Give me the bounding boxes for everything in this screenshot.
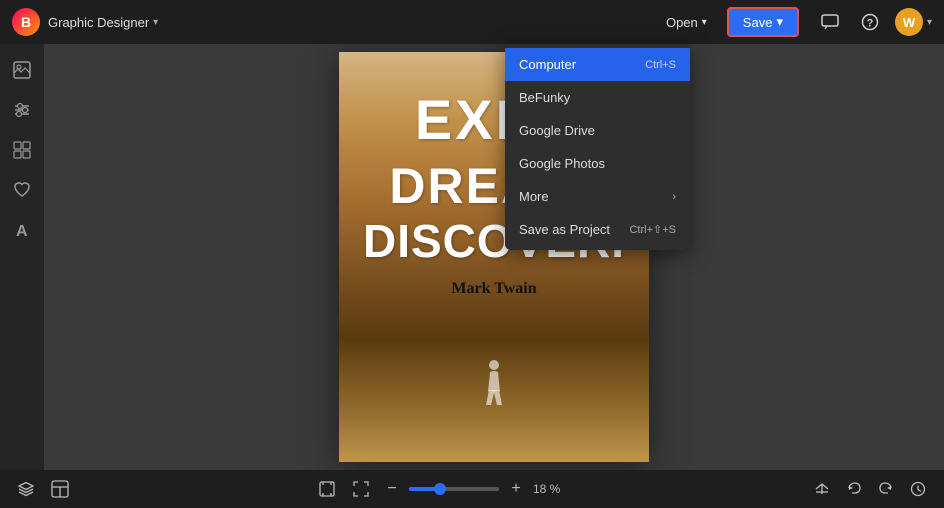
app-title-button[interactable]: Graphic Designer ▾	[48, 15, 158, 30]
google-photos-label: Google Photos	[519, 156, 605, 171]
help-icon[interactable]: ?	[855, 7, 885, 37]
save-to-computer-item[interactable]: Computer Ctrl+S	[505, 48, 690, 81]
save-more-item[interactable]: More ›	[505, 180, 690, 213]
save-befunky-item[interactable]: BeFunky	[505, 81, 690, 114]
save-button[interactable]: Save ▾	[727, 7, 799, 37]
google-drive-label: Google Drive	[519, 123, 595, 138]
save-as-project-item[interactable]: Save as Project Ctrl+⇧+S	[505, 213, 690, 246]
save-computer-label: Computer	[519, 57, 576, 72]
save-chevron: ▾	[776, 14, 783, 30]
save-as-project-shortcut: Ctrl+⇧+S	[629, 223, 676, 236]
save-google-photos-item[interactable]: Google Photos	[505, 147, 690, 180]
svg-text:?: ?	[867, 18, 874, 30]
save-label: Save	[743, 15, 773, 30]
avatar: W	[895, 8, 923, 36]
comment-icon[interactable]	[815, 7, 845, 37]
befunky-label: BeFunky	[519, 90, 570, 105]
save-dropdown-menu: Computer Ctrl+S BeFunky Google Drive Goo…	[505, 44, 690, 250]
app-logo[interactable]: B	[12, 8, 40, 36]
avatar-chevron: ▾	[927, 17, 932, 28]
save-google-drive-item[interactable]: Google Drive	[505, 114, 690, 147]
dropdown-overlay: Computer Ctrl+S BeFunky Google Drive Goo…	[0, 44, 944, 508]
open-label: Open	[666, 15, 698, 30]
app-title-chevron: ▾	[153, 17, 158, 28]
open-button[interactable]: Open ▾	[654, 10, 719, 35]
app-title-label: Graphic Designer	[48, 15, 149, 30]
topbar: B Graphic Designer ▾ Open ▾ Save ▾ ? W ▾	[0, 0, 944, 44]
open-chevron: ▾	[702, 17, 707, 28]
save-as-project-label: Save as Project	[519, 222, 610, 237]
more-arrow: ›	[672, 191, 676, 203]
user-avatar-button[interactable]: W ▾	[895, 8, 932, 36]
more-label: More	[519, 189, 549, 204]
save-computer-shortcut: Ctrl+S	[645, 59, 676, 71]
